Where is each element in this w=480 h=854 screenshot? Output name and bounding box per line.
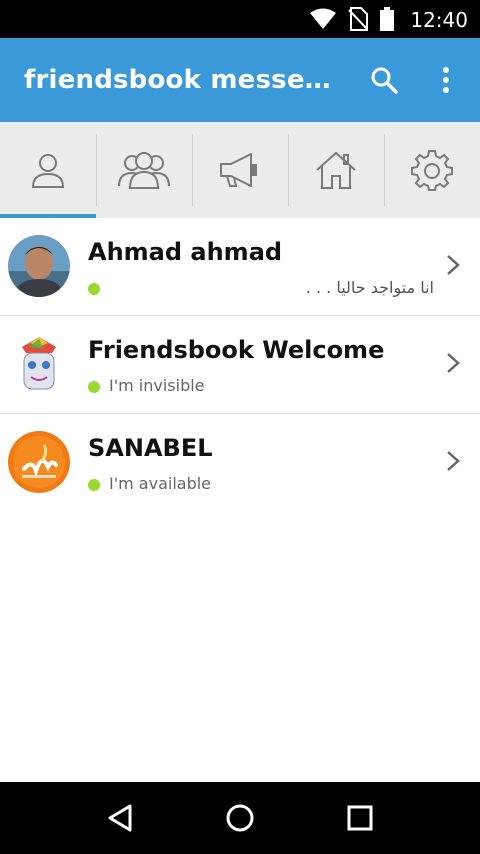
recents-icon <box>347 805 373 831</box>
tab-settings[interactable] <box>384 122 480 218</box>
contact-person-icon <box>31 154 65 188</box>
home-icon <box>316 151 356 189</box>
tab-broadcast[interactable] <box>192 122 288 218</box>
contact-status-text: I'm invisible <box>109 376 205 395</box>
more-vert-icon <box>443 67 449 93</box>
app-bar: friendsbook messeng… <box>0 38 480 122</box>
avatar <box>8 431 70 493</box>
contact-row[interactable]: SANABEL I'm available <box>0 414 480 512</box>
online-status-dot <box>88 479 100 491</box>
contact-name: SANABEL <box>88 434 213 462</box>
avatar <box>8 333 70 395</box>
app-title: friendsbook messeng… <box>24 65 344 95</box>
megaphone-icon <box>220 153 257 187</box>
system-nav-bar <box>0 782 480 854</box>
group-icon <box>118 152 170 189</box>
wifi-icon <box>310 8 336 29</box>
gear-icon <box>411 150 453 191</box>
search-button[interactable] <box>364 60 404 100</box>
back-button[interactable] <box>90 788 150 848</box>
no-sim-icon <box>348 7 368 31</box>
tab-bar <box>0 122 480 218</box>
tab-home[interactable] <box>288 122 384 218</box>
chevron-right-icon <box>447 255 460 275</box>
chevron-right-icon <box>447 353 460 373</box>
contact-row[interactable]: Ahmad ahmad انا متواجد حاليا . . . <box>0 218 480 316</box>
more-options-button[interactable] <box>426 60 466 100</box>
home-button[interactable] <box>210 788 270 848</box>
online-status-dot <box>88 283 100 295</box>
contact-list: Ahmad ahmad انا متواجد حاليا . . . Frien… <box>0 218 480 512</box>
home-circle-icon <box>226 804 254 832</box>
avatar <box>8 235 70 297</box>
online-status-dot <box>88 381 100 393</box>
battery-icon <box>380 7 394 31</box>
tab-groups[interactable] <box>96 122 192 218</box>
back-icon <box>108 804 132 832</box>
contact-name: Friendsbook Welcome <box>88 336 385 364</box>
tab-contacts[interactable] <box>0 122 96 218</box>
status-time: 12:40 <box>410 8 468 32</box>
search-icon <box>371 67 398 94</box>
recents-button[interactable] <box>330 788 390 848</box>
contact-status-text: انا متواجد حاليا . . . <box>305 278 434 297</box>
status-icons <box>310 7 394 31</box>
chevron-right-icon <box>447 451 460 471</box>
contact-row[interactable]: Friendsbook Welcome I'm invisible <box>0 316 480 414</box>
contact-name: Ahmad ahmad <box>88 238 283 266</box>
contact-status-text: I'm available <box>109 474 212 493</box>
status-bar: 12:40 <box>0 0 480 38</box>
